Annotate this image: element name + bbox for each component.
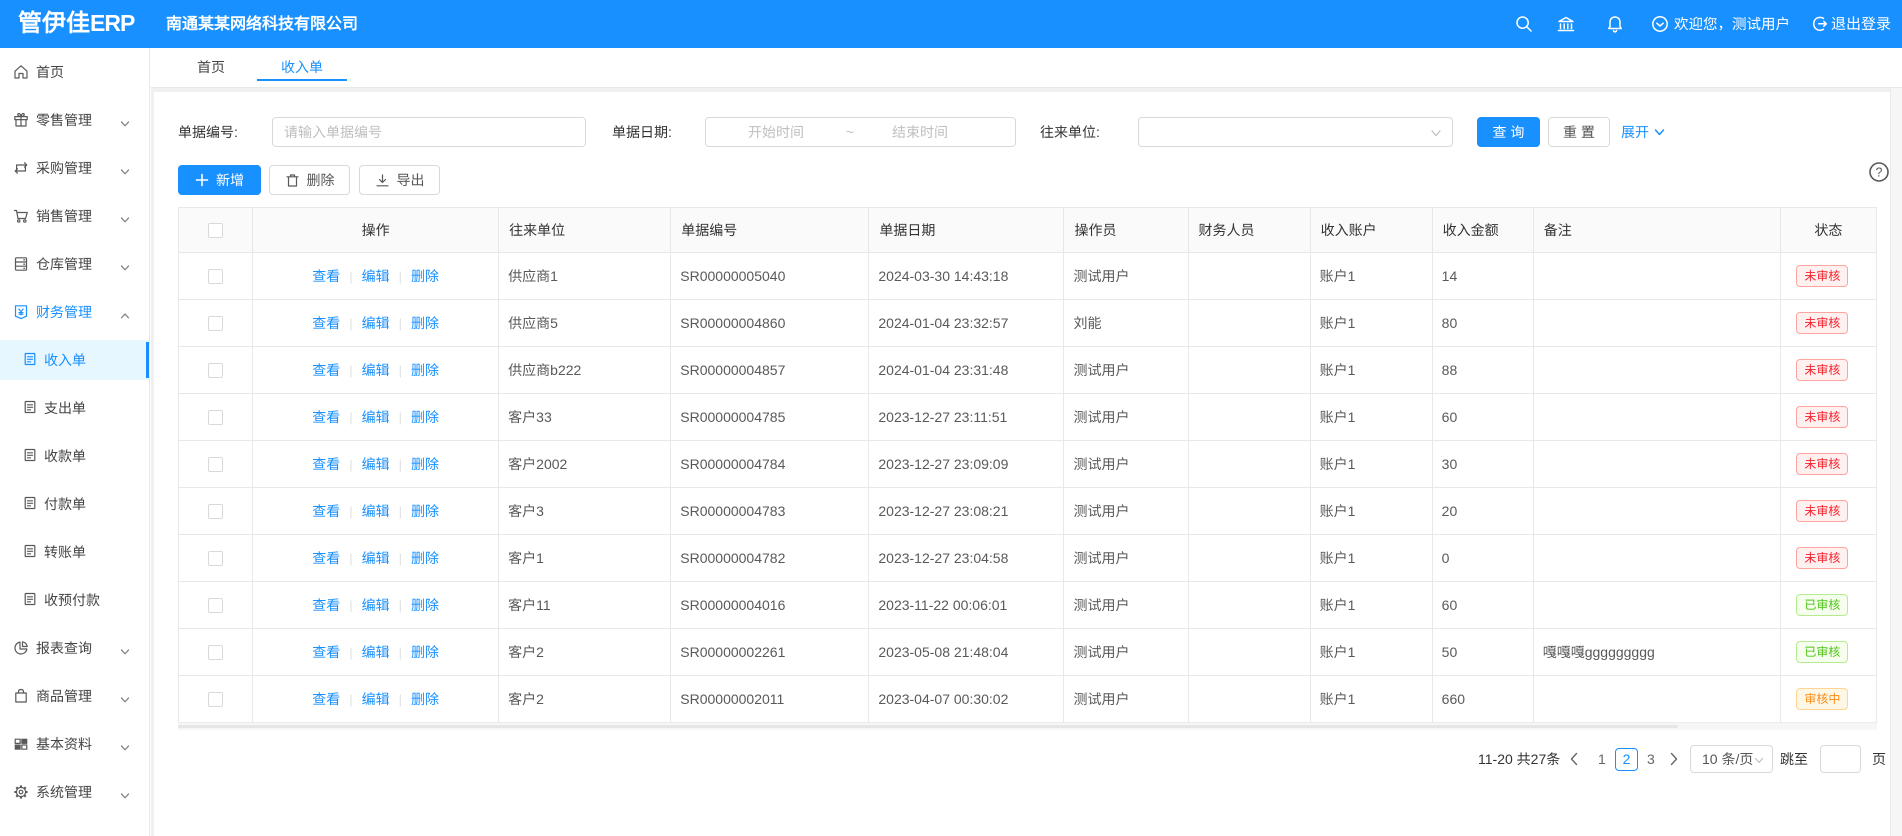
svg-text:?: ? (1876, 165, 1883, 179)
